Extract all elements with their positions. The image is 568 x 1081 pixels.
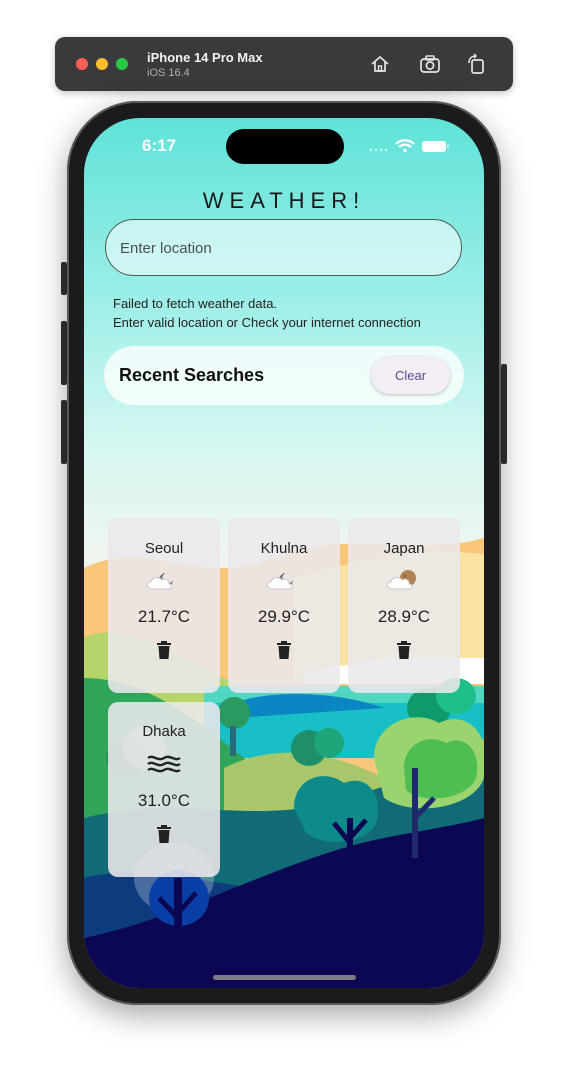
home-icon[interactable] — [369, 53, 391, 75]
trash-icon[interactable] — [156, 825, 172, 843]
cloudy-night-icon — [266, 573, 293, 590]
trash-icon[interactable] — [396, 641, 412, 659]
cloudy-night-icon — [146, 573, 173, 590]
status-time: 6:17 — [142, 136, 177, 155]
moon-cloud-icon — [386, 570, 416, 590]
app-title: WEATHER! — [202, 188, 366, 213]
signal-icon — [369, 148, 388, 152]
home-indicator[interactable] — [213, 975, 356, 980]
os-version: iOS 16.4 — [147, 67, 190, 79]
status-icons — [369, 138, 449, 159]
trash-icon[interactable] — [276, 641, 292, 659]
clear-button[interactable]: Clear — [371, 357, 450, 394]
battery-icon — [422, 141, 449, 152]
recent-searches-header: Recent Searches Clear — [104, 346, 464, 405]
card-temp: 29.9°C — [257, 607, 311, 626]
dynamic-island — [226, 129, 344, 164]
error-line-2: Enter valid location or Check your inter… — [113, 315, 421, 330]
error-message: Failed to fetch weather data. Enter vali… — [113, 294, 421, 332]
volume-down-button[interactable] — [61, 400, 67, 464]
rotate-icon[interactable] — [465, 53, 487, 75]
card-temp: 28.9°C — [377, 607, 431, 626]
power-button[interactable] — [501, 364, 507, 464]
close-window-button[interactable] — [76, 58, 88, 70]
location-search-field[interactable] — [105, 219, 462, 277]
weather-card-japan[interactable]: Japan 28.9°C — [348, 518, 460, 693]
screenshot-icon[interactable] — [419, 53, 441, 75]
haze-icon — [147, 755, 181, 773]
card-temp: 21.7°C — [137, 607, 191, 626]
device-name: iPhone 14 Pro Max — [147, 50, 263, 65]
card-city: Khulna — [260, 540, 308, 557]
card-city: Seoul — [144, 540, 184, 557]
minimize-window-button[interactable] — [96, 58, 108, 70]
weather-card-dhaka[interactable]: Dhaka 31.0°C — [108, 702, 220, 877]
volume-up-button[interactable] — [61, 321, 67, 385]
simulator-title-bar: iPhone 14 Pro Max iOS 16.4 — [55, 37, 513, 91]
card-temp: 31.0°C — [137, 791, 191, 810]
app-screen: 6:17 WEATHER! Failed to fetch we — [84, 118, 484, 988]
action-button[interactable] — [61, 262, 67, 295]
recent-searches-title: Recent Searches — [119, 365, 265, 385]
error-line-1: Failed to fetch weather data. — [113, 296, 278, 311]
wifi-icon — [395, 139, 415, 153]
zoom-window-button[interactable] — [116, 58, 128, 70]
card-city: Dhaka — [142, 723, 186, 740]
weather-card-khulna[interactable]: Khulna 29.9°C — [228, 518, 340, 693]
location-input[interactable] — [118, 220, 452, 277]
trash-icon[interactable] — [156, 641, 172, 659]
card-city: Japan — [383, 540, 425, 557]
weather-card-seoul[interactable]: Seoul 21.7°C — [108, 518, 220, 693]
